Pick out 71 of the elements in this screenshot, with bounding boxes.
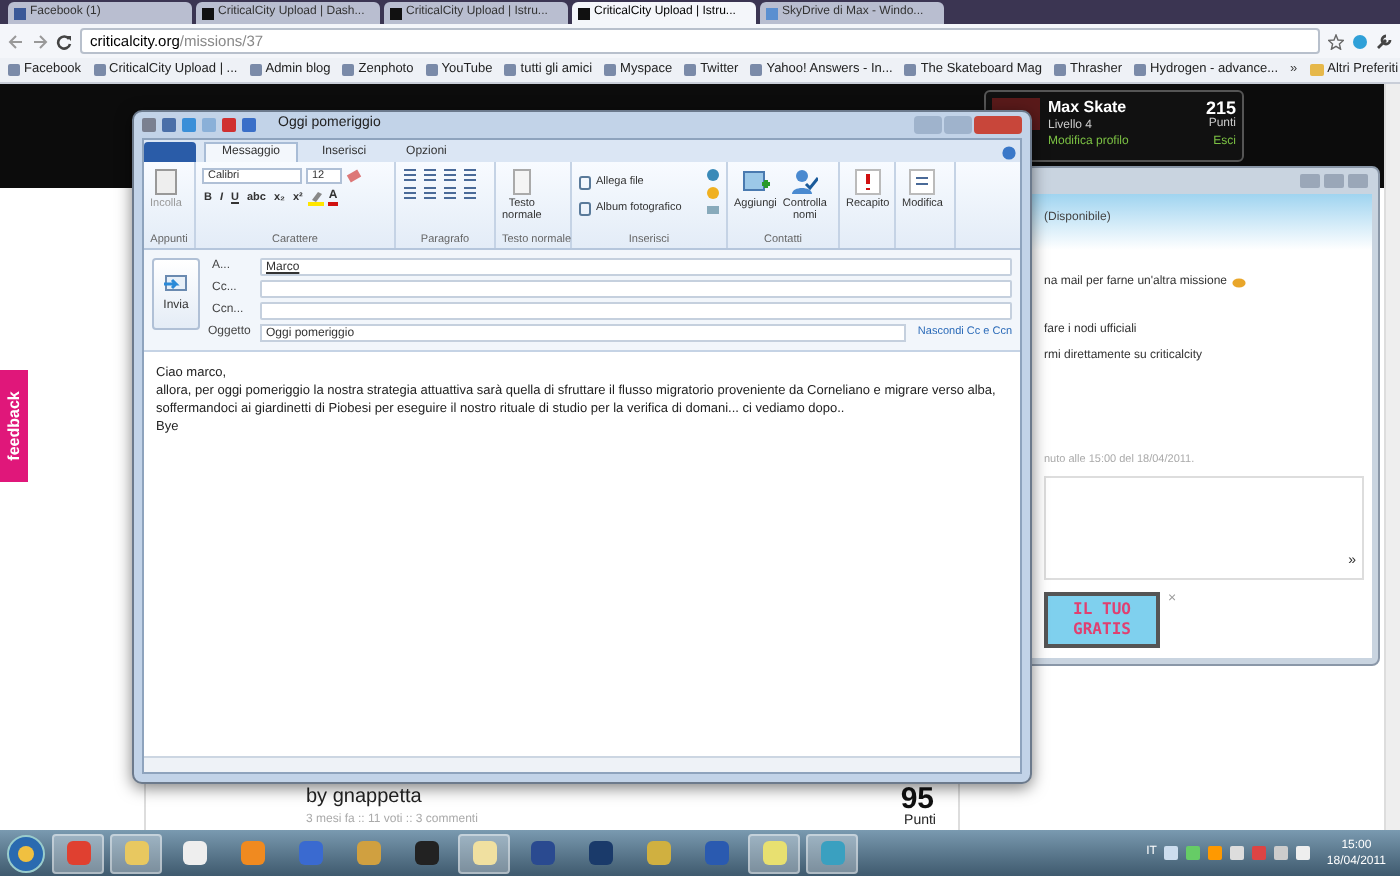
- app-icon: [65, 840, 91, 866]
- bookmark-icon: [342, 64, 355, 76]
- star-icon: [1328, 33, 1344, 49]
- align-icon: [402, 186, 418, 200]
- taskbar-button[interactable]: [748, 833, 800, 873]
- list-icon: [442, 168, 458, 182]
- forward-icon: [32, 33, 48, 49]
- align-icon: [462, 186, 478, 200]
- bookmark-icon: [904, 64, 917, 76]
- reload-icon: [56, 33, 72, 49]
- close-button[interactable]: [1348, 174, 1368, 188]
- minimize-button[interactable]: [914, 116, 942, 134]
- bookmark-icon: [249, 64, 262, 76]
- bookmark-icon: [684, 64, 697, 76]
- recipient-field[interactable]: [260, 280, 1012, 298]
- maximize-button[interactable]: [1324, 174, 1344, 188]
- bookmark-icon: [425, 64, 438, 76]
- add-contact-icon: [741, 168, 770, 196]
- wrench-icon: [1376, 33, 1392, 49]
- app-icon: [819, 840, 845, 866]
- recipient-field[interactable]: [260, 302, 1012, 320]
- page-icon: [578, 7, 590, 19]
- points-value: 215: [1205, 98, 1236, 118]
- back-icon: [8, 33, 24, 49]
- scrollbar[interactable]: [1384, 84, 1400, 830]
- app-icon: [761, 840, 787, 866]
- bookmark-icon: [1134, 64, 1147, 76]
- taskbar-button[interactable]: [52, 833, 104, 873]
- clipboard-icon: [151, 168, 180, 196]
- align-icon: [422, 186, 438, 200]
- bookmark-icon: [750, 64, 763, 76]
- app-icon: [471, 840, 497, 866]
- user-name: Max Skate: [1048, 98, 1129, 118]
- app-icon: [645, 840, 671, 866]
- page-icon: [202, 7, 214, 19]
- maximize-button[interactable]: [944, 116, 972, 134]
- list-icon: [422, 168, 438, 182]
- exclamation-icon: [853, 168, 882, 196]
- close-button[interactable]: [974, 116, 1022, 134]
- page-icon: [390, 7, 402, 19]
- bookmark-icon: [1054, 64, 1067, 76]
- app-icon: [413, 840, 439, 866]
- taskbar-button[interactable]: [458, 833, 510, 873]
- app-icon: [297, 840, 323, 866]
- app-icon: [587, 840, 613, 866]
- list-icon: [462, 168, 478, 182]
- page-icon: [14, 7, 26, 19]
- bookmark-icon: [504, 64, 517, 76]
- app-icon: [355, 840, 381, 866]
- start-orb-icon: [6, 833, 46, 873]
- highlighter-icon: [308, 190, 325, 207]
- page-icon: [766, 7, 778, 19]
- bookmark-icon: [93, 64, 106, 76]
- mission-author: by gnappetta: [306, 786, 422, 810]
- page-icon: [507, 168, 536, 196]
- bookmark-icon: [604, 64, 617, 76]
- folder-icon: [1309, 64, 1324, 76]
- align-icon: [442, 186, 458, 200]
- app-icon: [239, 840, 265, 866]
- bookmark-icon: [8, 64, 20, 76]
- app-icon: [703, 840, 729, 866]
- edit-icon: [908, 168, 937, 196]
- send-icon: [164, 273, 188, 293]
- app-icon: [123, 840, 149, 866]
- feedback-tab[interactable]: feedback: [0, 370, 28, 482]
- app-icon: [529, 840, 555, 866]
- list-icon: [402, 168, 418, 182]
- minimize-button[interactable]: [1300, 174, 1320, 188]
- person-check-icon: [790, 168, 819, 196]
- app-icon: [181, 840, 207, 866]
- mission-points: 95: [900, 784, 934, 814]
